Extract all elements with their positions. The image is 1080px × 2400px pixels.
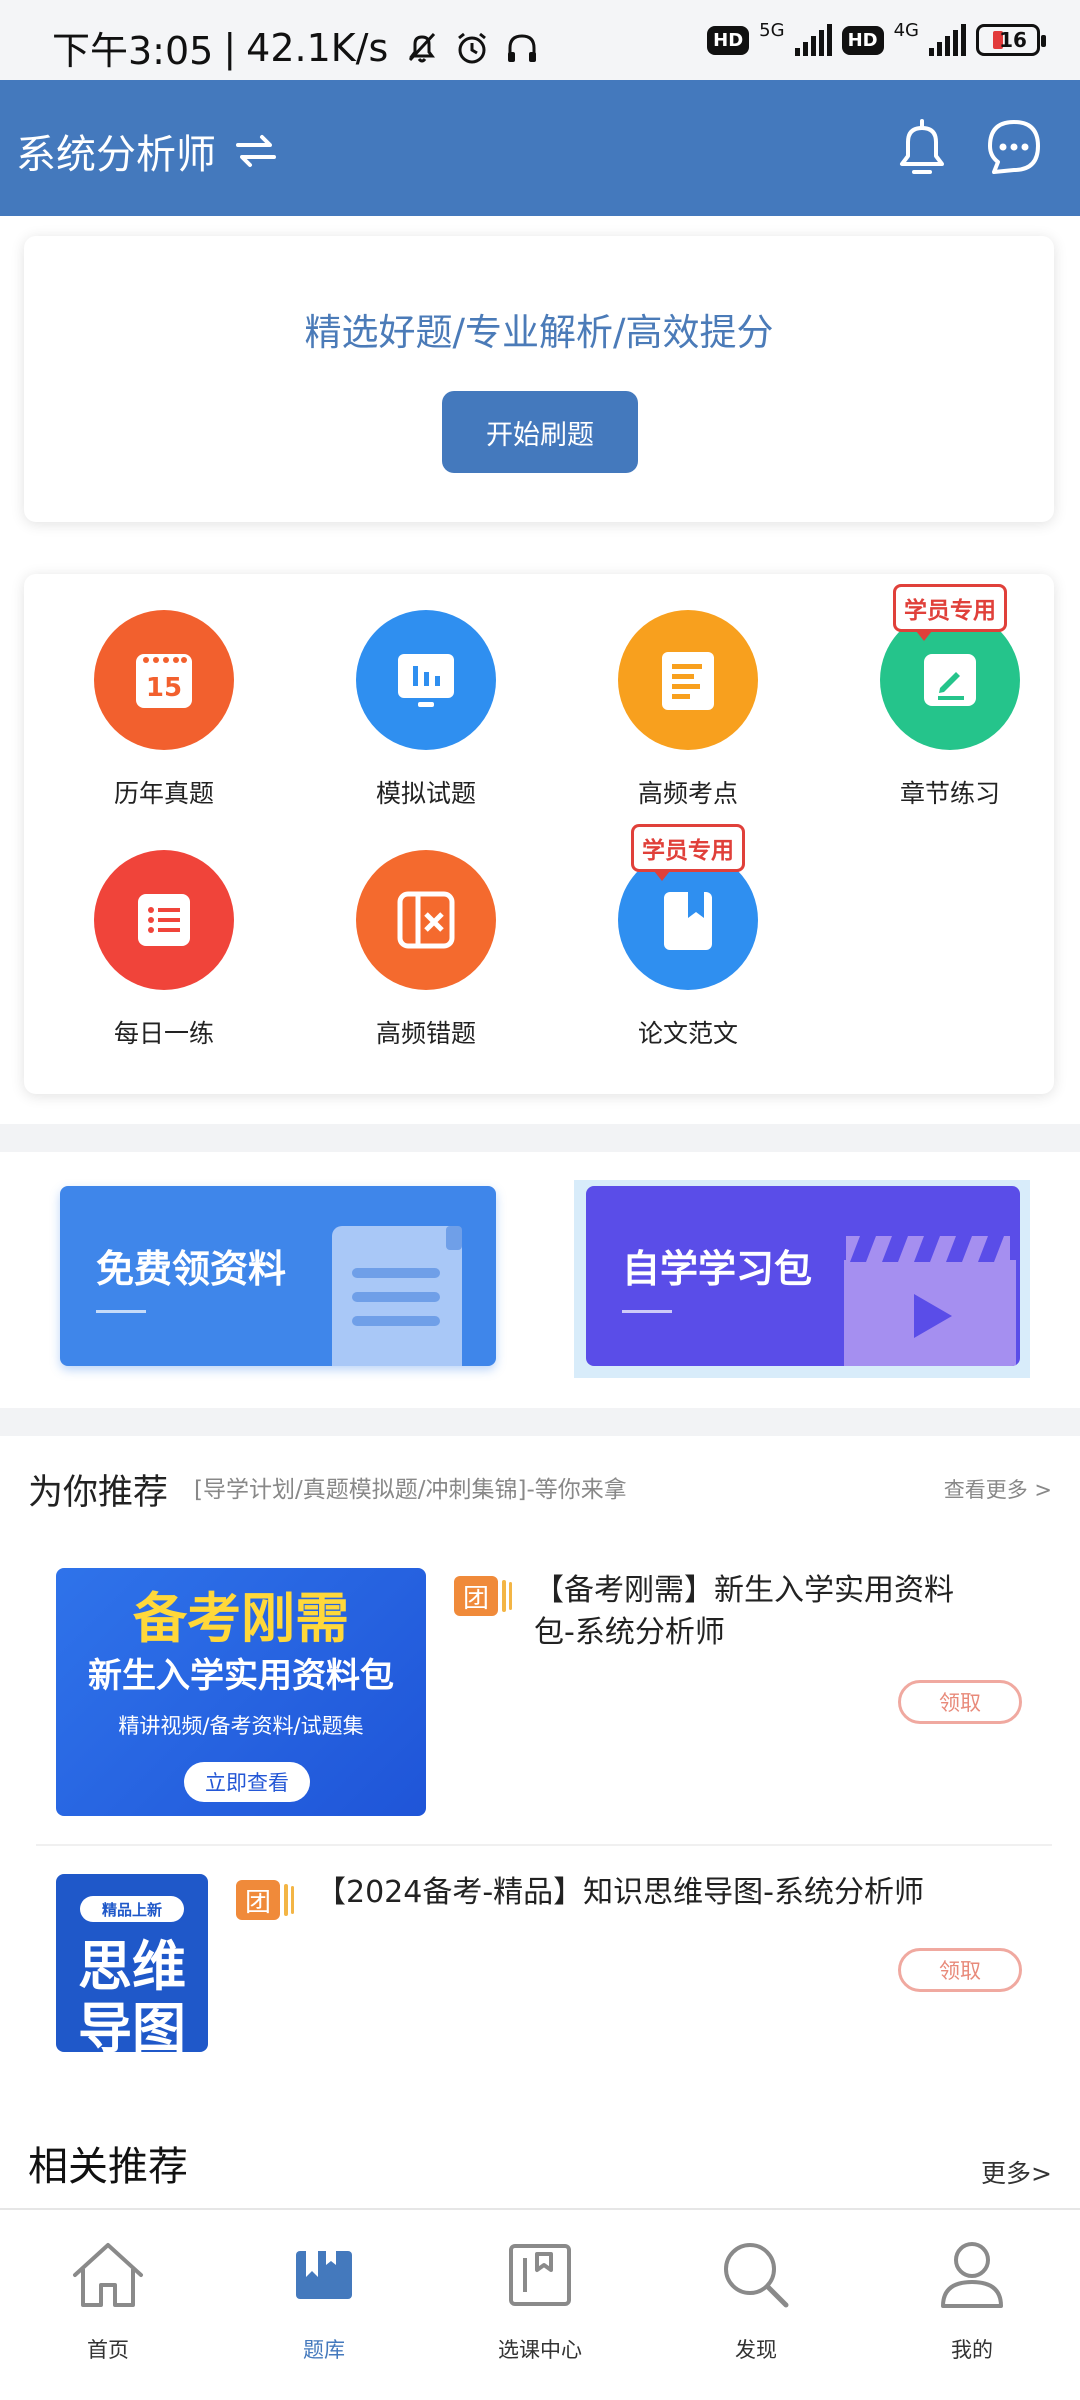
tab-label: 选课中心 bbox=[498, 2338, 582, 2362]
battery-icon: 16 bbox=[976, 24, 1046, 56]
course-center-icon bbox=[440, 2230, 640, 2320]
network-speed: 42.1K/s bbox=[246, 25, 389, 70]
bottom-nav: 首页 题库 选课中心 发现 我的 bbox=[0, 2208, 1080, 2400]
claim-button[interactable]: 领取 bbox=[898, 1948, 1022, 1992]
thumb-subline: 新生入学实用资料包 bbox=[88, 1656, 394, 1696]
grid-item-label: 高频错题 bbox=[375, 1019, 476, 1048]
tab-mine[interactable]: 我的 bbox=[872, 2230, 1072, 2364]
app-header: 系统分析师 bbox=[0, 80, 1080, 216]
item-divider bbox=[36, 1844, 1052, 1846]
grid-item-past-exams[interactable]: 15 历年真题 bbox=[64, 610, 264, 810]
signal-icon-2 bbox=[929, 24, 966, 56]
grid-item-essays[interactable]: 学员专用 论文范文 bbox=[588, 824, 788, 1050]
user-icon bbox=[872, 2230, 1072, 2320]
tab-label: 题库 bbox=[303, 2338, 345, 2362]
tab-label: 首页 bbox=[87, 2338, 129, 2362]
section-separator bbox=[0, 1124, 1080, 1152]
battery-level: 16 bbox=[999, 28, 1027, 52]
practice-hero-card: 精选好题/专业解析/高效提分 开始刷题 bbox=[24, 236, 1054, 522]
network-type-1: 5G bbox=[759, 19, 785, 41]
subject-switcher[interactable]: 系统分析师 bbox=[16, 122, 278, 180]
related-more-link[interactable]: 更多> bbox=[981, 2154, 1052, 2190]
tab-label: 我的 bbox=[951, 2338, 993, 2362]
thumb-line2: 导图 bbox=[78, 1997, 186, 2052]
tab-course-center[interactable]: 选课中心 bbox=[440, 2230, 640, 2364]
grid-item-mock-tests[interactable]: 模拟试题 bbox=[326, 610, 526, 810]
grid-item-error-questions[interactable]: 高频错题 bbox=[326, 850, 526, 1050]
thumb-tag: 精品上新 bbox=[80, 1896, 184, 1922]
item-thumbnail[interactable]: 精品上新 思维 导图 bbox=[56, 1874, 208, 2052]
recommend-header: 为你推荐 [导学计划/真题模拟题/冲刺集锦]-等你来拿 查看更多 > bbox=[28, 1464, 1052, 1514]
list-icon bbox=[94, 850, 234, 990]
edit-icon: 学员专用 bbox=[880, 584, 1020, 750]
free-materials-banner[interactable]: 免费领资料 bbox=[60, 1186, 496, 1366]
screen-chart-icon bbox=[356, 610, 496, 750]
bookmark-book-icon: 学员专用 bbox=[618, 824, 758, 990]
item-thumbnail[interactable]: 备考刚需 新生入学实用资料包 精讲视频/备考资料/试题集 立即查看 bbox=[56, 1568, 426, 1816]
item-title[interactable]: 【备考刚需】新生入学实用资料包-系统分析师 bbox=[534, 1570, 984, 1654]
thumb-headline: 备考刚需 bbox=[133, 1587, 349, 1650]
grid-item-label: 论文范文 bbox=[637, 1019, 738, 1048]
tab-label: 发现 bbox=[735, 2338, 777, 2362]
signal-icon bbox=[794, 24, 832, 56]
tab-question-bank[interactable]: 题库 bbox=[224, 2230, 424, 2364]
self-study-banner[interactable]: 自学学习包 bbox=[586, 1186, 1020, 1366]
video-clapper-icon bbox=[844, 1236, 1016, 1366]
calendar-icon: 15 bbox=[94, 610, 234, 750]
scroll-icon bbox=[332, 1226, 462, 1366]
grid-item-chapter-practice[interactable]: 学员专用 章节练习 bbox=[850, 584, 1050, 810]
status-time: 下午3:05 bbox=[52, 29, 214, 73]
tab-home[interactable]: 首页 bbox=[8, 2230, 208, 2364]
section-separator bbox=[0, 1408, 1080, 1436]
banner-title: 免费领资料 bbox=[96, 1247, 287, 1291]
thumb-view-button: 立即查看 bbox=[184, 1762, 310, 1802]
grid-item-label: 模拟试题 bbox=[375, 779, 476, 808]
question-bank-icon bbox=[224, 2230, 424, 2320]
hd-badge-2: HD bbox=[841, 25, 884, 55]
grid-item-label: 历年真题 bbox=[113, 779, 214, 808]
item-title[interactable]: 【2024备考-精品】知识思维导图-系统分析师 bbox=[316, 1872, 1016, 1914]
grid-item-label: 章节练习 bbox=[899, 779, 1000, 808]
search-icon bbox=[656, 2230, 856, 2320]
tab-discover[interactable]: 发现 bbox=[656, 2230, 856, 2364]
status-bar: 下午3:05 | 42.1K/s HD 5G HD 4G 16 bbox=[0, 0, 1080, 80]
group-badge-icon: 团 bbox=[454, 1576, 512, 1616]
home-icon bbox=[8, 2230, 208, 2320]
recommend-title: 为你推荐 bbox=[28, 1473, 169, 1513]
network-type-2: 4G bbox=[893, 19, 919, 41]
headset-icon bbox=[508, 33, 537, 62]
swap-icon bbox=[236, 135, 276, 167]
group-badge-icon: 团 bbox=[236, 1880, 294, 1920]
banner-title: 自学学习包 bbox=[622, 1247, 813, 1291]
hd-badge: HD bbox=[707, 25, 750, 55]
grid-item-label: 每日一练 bbox=[113, 1019, 214, 1048]
mute-bell-icon bbox=[409, 32, 436, 62]
related-title: 相关推荐 bbox=[28, 2144, 188, 2190]
subject-title: 系统分析师 bbox=[16, 132, 216, 178]
alarm-icon bbox=[458, 32, 487, 63]
grid-item-hot-points[interactable]: 高频考点 bbox=[588, 610, 788, 810]
chat-icon[interactable] bbox=[984, 116, 1044, 180]
claim-button[interactable]: 领取 bbox=[898, 1680, 1022, 1724]
grid-item-daily-practice[interactable]: 每日一练 bbox=[64, 850, 264, 1050]
member-only-tag: 学员专用 bbox=[631, 824, 745, 881]
recommend-more-link[interactable]: 查看更多 > bbox=[944, 1474, 1052, 1504]
thumb-caption: 精讲视频/备考资料/试题集 bbox=[118, 1714, 364, 1738]
bell-icon[interactable] bbox=[892, 116, 952, 180]
recommend-subtitle: [导学计划/真题模拟题/冲刺集锦]-等你来拿 bbox=[194, 1477, 627, 1503]
start-practice-button[interactable]: 开始刷题 bbox=[442, 391, 638, 473]
document-icon bbox=[618, 610, 758, 750]
feature-grid: 15 历年真题 模拟试题 高频考点 学员专用 章节练习 每日一练 高频错题 学员… bbox=[24, 574, 1054, 1094]
svg-text:15: 15 bbox=[146, 673, 182, 703]
error-book-icon bbox=[356, 850, 496, 990]
grid-item-label: 高频考点 bbox=[637, 779, 738, 808]
member-only-tag: 学员专用 bbox=[893, 584, 1007, 641]
hero-slogan: 精选好题/专业解析/高效提分 bbox=[304, 311, 774, 354]
